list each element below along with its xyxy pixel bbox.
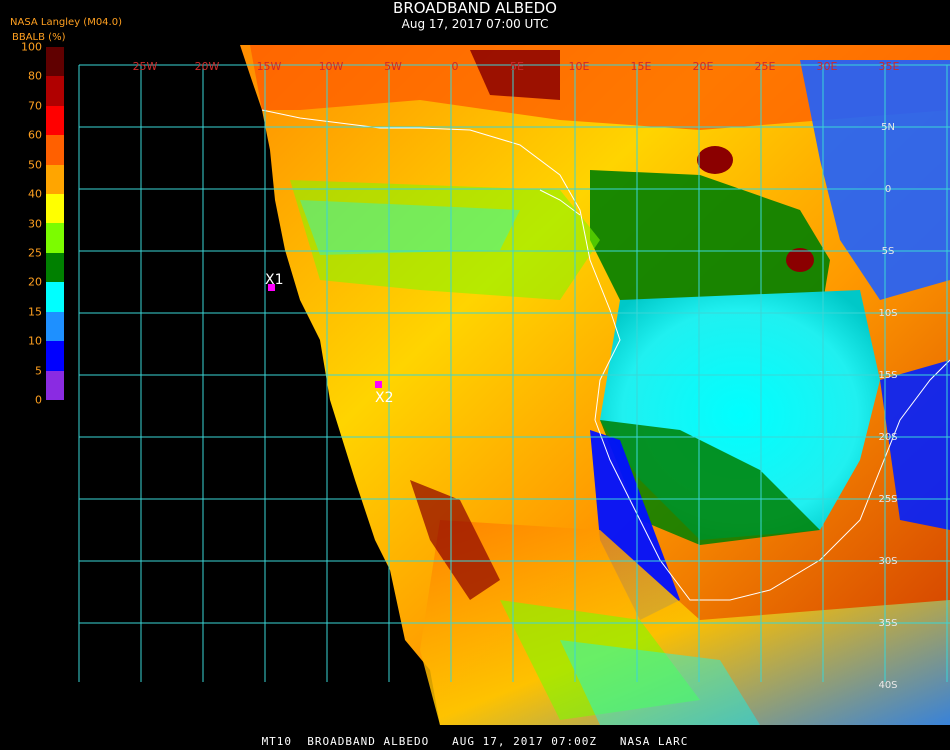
albedo-map: 25W 20W 15W 10W 5W 0 5E 10E 15E 20E 25E 30E 35E 5N 0 5… [78,45,950,725]
longitude-label: 10W [319,60,344,73]
longitude-label: 0 [452,60,459,73]
longitude-label: 10E [569,60,590,73]
marker-x2-label: X2 [375,390,394,406]
longitude-label: 15W [257,60,282,73]
longitude-label: 25E [755,60,776,73]
latitude-label: 25S [878,494,897,505]
longitude-label: 5W [384,60,402,73]
dark-red-cell [786,248,814,272]
longitude-label: 15E [631,60,652,73]
latitude-label: 30S [878,556,897,567]
latitude-label: 20S [878,432,897,443]
longitude-label: 30E [817,60,838,73]
marker-x1-label: X1 [265,272,284,288]
longitude-label: 20W [195,60,220,73]
latitude-label: 0 [885,184,891,195]
marker-x2-point [375,381,382,388]
longitude-label: 5E [510,60,524,73]
latitude-label: 5S [882,246,895,257]
footer-caption: MT10 BROADBAND ALBEDO AUG 17, 2017 07:00… [261,735,689,748]
latitude-label: 5N [881,122,895,133]
longitude-label: 35E [879,60,900,73]
longitude-label: 20E [693,60,714,73]
latitude-label: 10S [878,308,897,319]
latitude-label: 15S [878,370,897,381]
latitude-label: 40S [878,680,897,691]
longitude-label: 25W [133,60,158,73]
marker-x1: X1 [265,272,284,291]
dark-red-cell [697,146,733,174]
latitude-label: 35S [878,618,897,629]
